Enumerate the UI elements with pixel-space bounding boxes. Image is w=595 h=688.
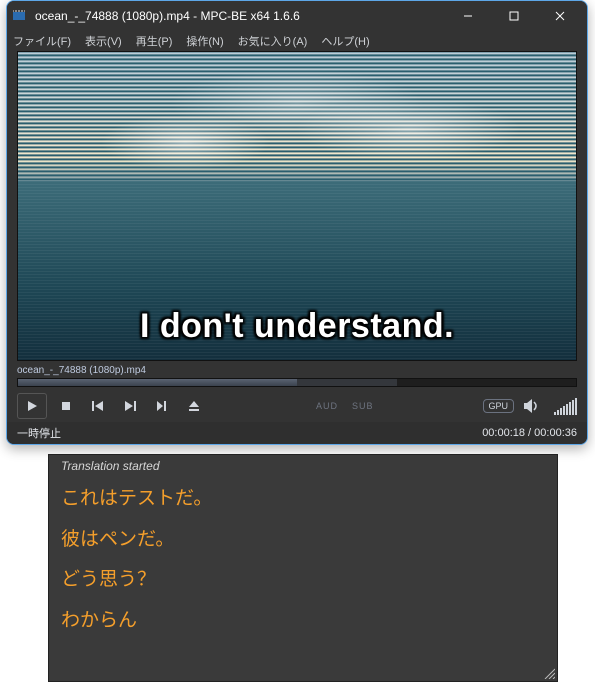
play-button[interactable] <box>17 393 47 419</box>
translation-line: どう思う？ <box>61 568 545 593</box>
menu-play[interactable]: 再生(P) <box>136 33 173 49</box>
translation-header: Translation started <box>61 459 545 473</box>
player-window: ocean_-_74888 (1080p).mp4 - MPC-BE x64 1… <box>6 0 588 445</box>
menu-nav[interactable]: 操作(N) <box>186 33 223 49</box>
resize-grip[interactable] <box>541 665 555 679</box>
translation-line: 彼はペンだ。 <box>61 528 545 553</box>
sky <box>18 52 576 181</box>
translation-panel: Translation started これはテストだ。 彼はペンだ。 どう思う… <box>48 454 558 682</box>
maximize-button[interactable] <box>491 1 537 31</box>
video-area[interactable]: I don't understand. <box>17 51 577 361</box>
menu-fav[interactable]: お気に入り(A) <box>238 33 308 49</box>
subtitle-text: I don't understand. <box>18 307 576 346</box>
translation-line: わからん <box>61 609 545 634</box>
menu-file[interactable]: ファイル(F) <box>13 33 71 49</box>
translation-line: これはテストだ。 <box>61 487 545 512</box>
app-icon <box>11 8 27 24</box>
step-button[interactable] <box>149 394 175 418</box>
close-button[interactable] <box>537 1 583 31</box>
seekbar-progress <box>18 379 297 386</box>
eject-button[interactable] <box>181 394 207 418</box>
volume-slider[interactable] <box>550 397 577 415</box>
menu-view[interactable]: 表示(V) <box>85 33 122 49</box>
menubar: ファイル(F) 表示(V) 再生(P) 操作(N) お気に入り(A) ヘルプ(H… <box>7 31 587 51</box>
next-button[interactable] <box>117 394 143 418</box>
status-text: 一時停止 <box>17 425 61 441</box>
seekbar: ocean_-_74888 (1080p).mp4 <box>17 365 577 387</box>
seekbar-label: ocean_-_74888 (1080p).mp4 <box>17 365 577 376</box>
minimize-button[interactable] <box>445 1 491 31</box>
controls: AUD SUB GPU <box>17 391 577 421</box>
window-buttons <box>445 1 583 31</box>
sub-indicator[interactable]: SUB <box>348 401 378 411</box>
titlebar[interactable]: ocean_-_74888 (1080p).mp4 - MPC-BE x64 1… <box>7 1 587 31</box>
mute-button[interactable] <box>520 399 544 413</box>
statusbar: 一時停止 00:00:18 / 00:00:36 <box>7 422 587 444</box>
menu-help[interactable]: ヘルプ(H) <box>321 33 369 49</box>
window-title: ocean_-_74888 (1080p).mp4 - MPC-BE x64 1… <box>33 9 439 23</box>
prev-button[interactable] <box>85 394 111 418</box>
seekbar-track[interactable] <box>17 378 577 387</box>
status-time: 00:00:18 / 00:00:36 <box>482 427 577 439</box>
aud-indicator[interactable]: AUD <box>312 401 342 411</box>
gpu-badge[interactable]: GPU <box>483 399 515 413</box>
stop-button[interactable] <box>53 394 79 418</box>
